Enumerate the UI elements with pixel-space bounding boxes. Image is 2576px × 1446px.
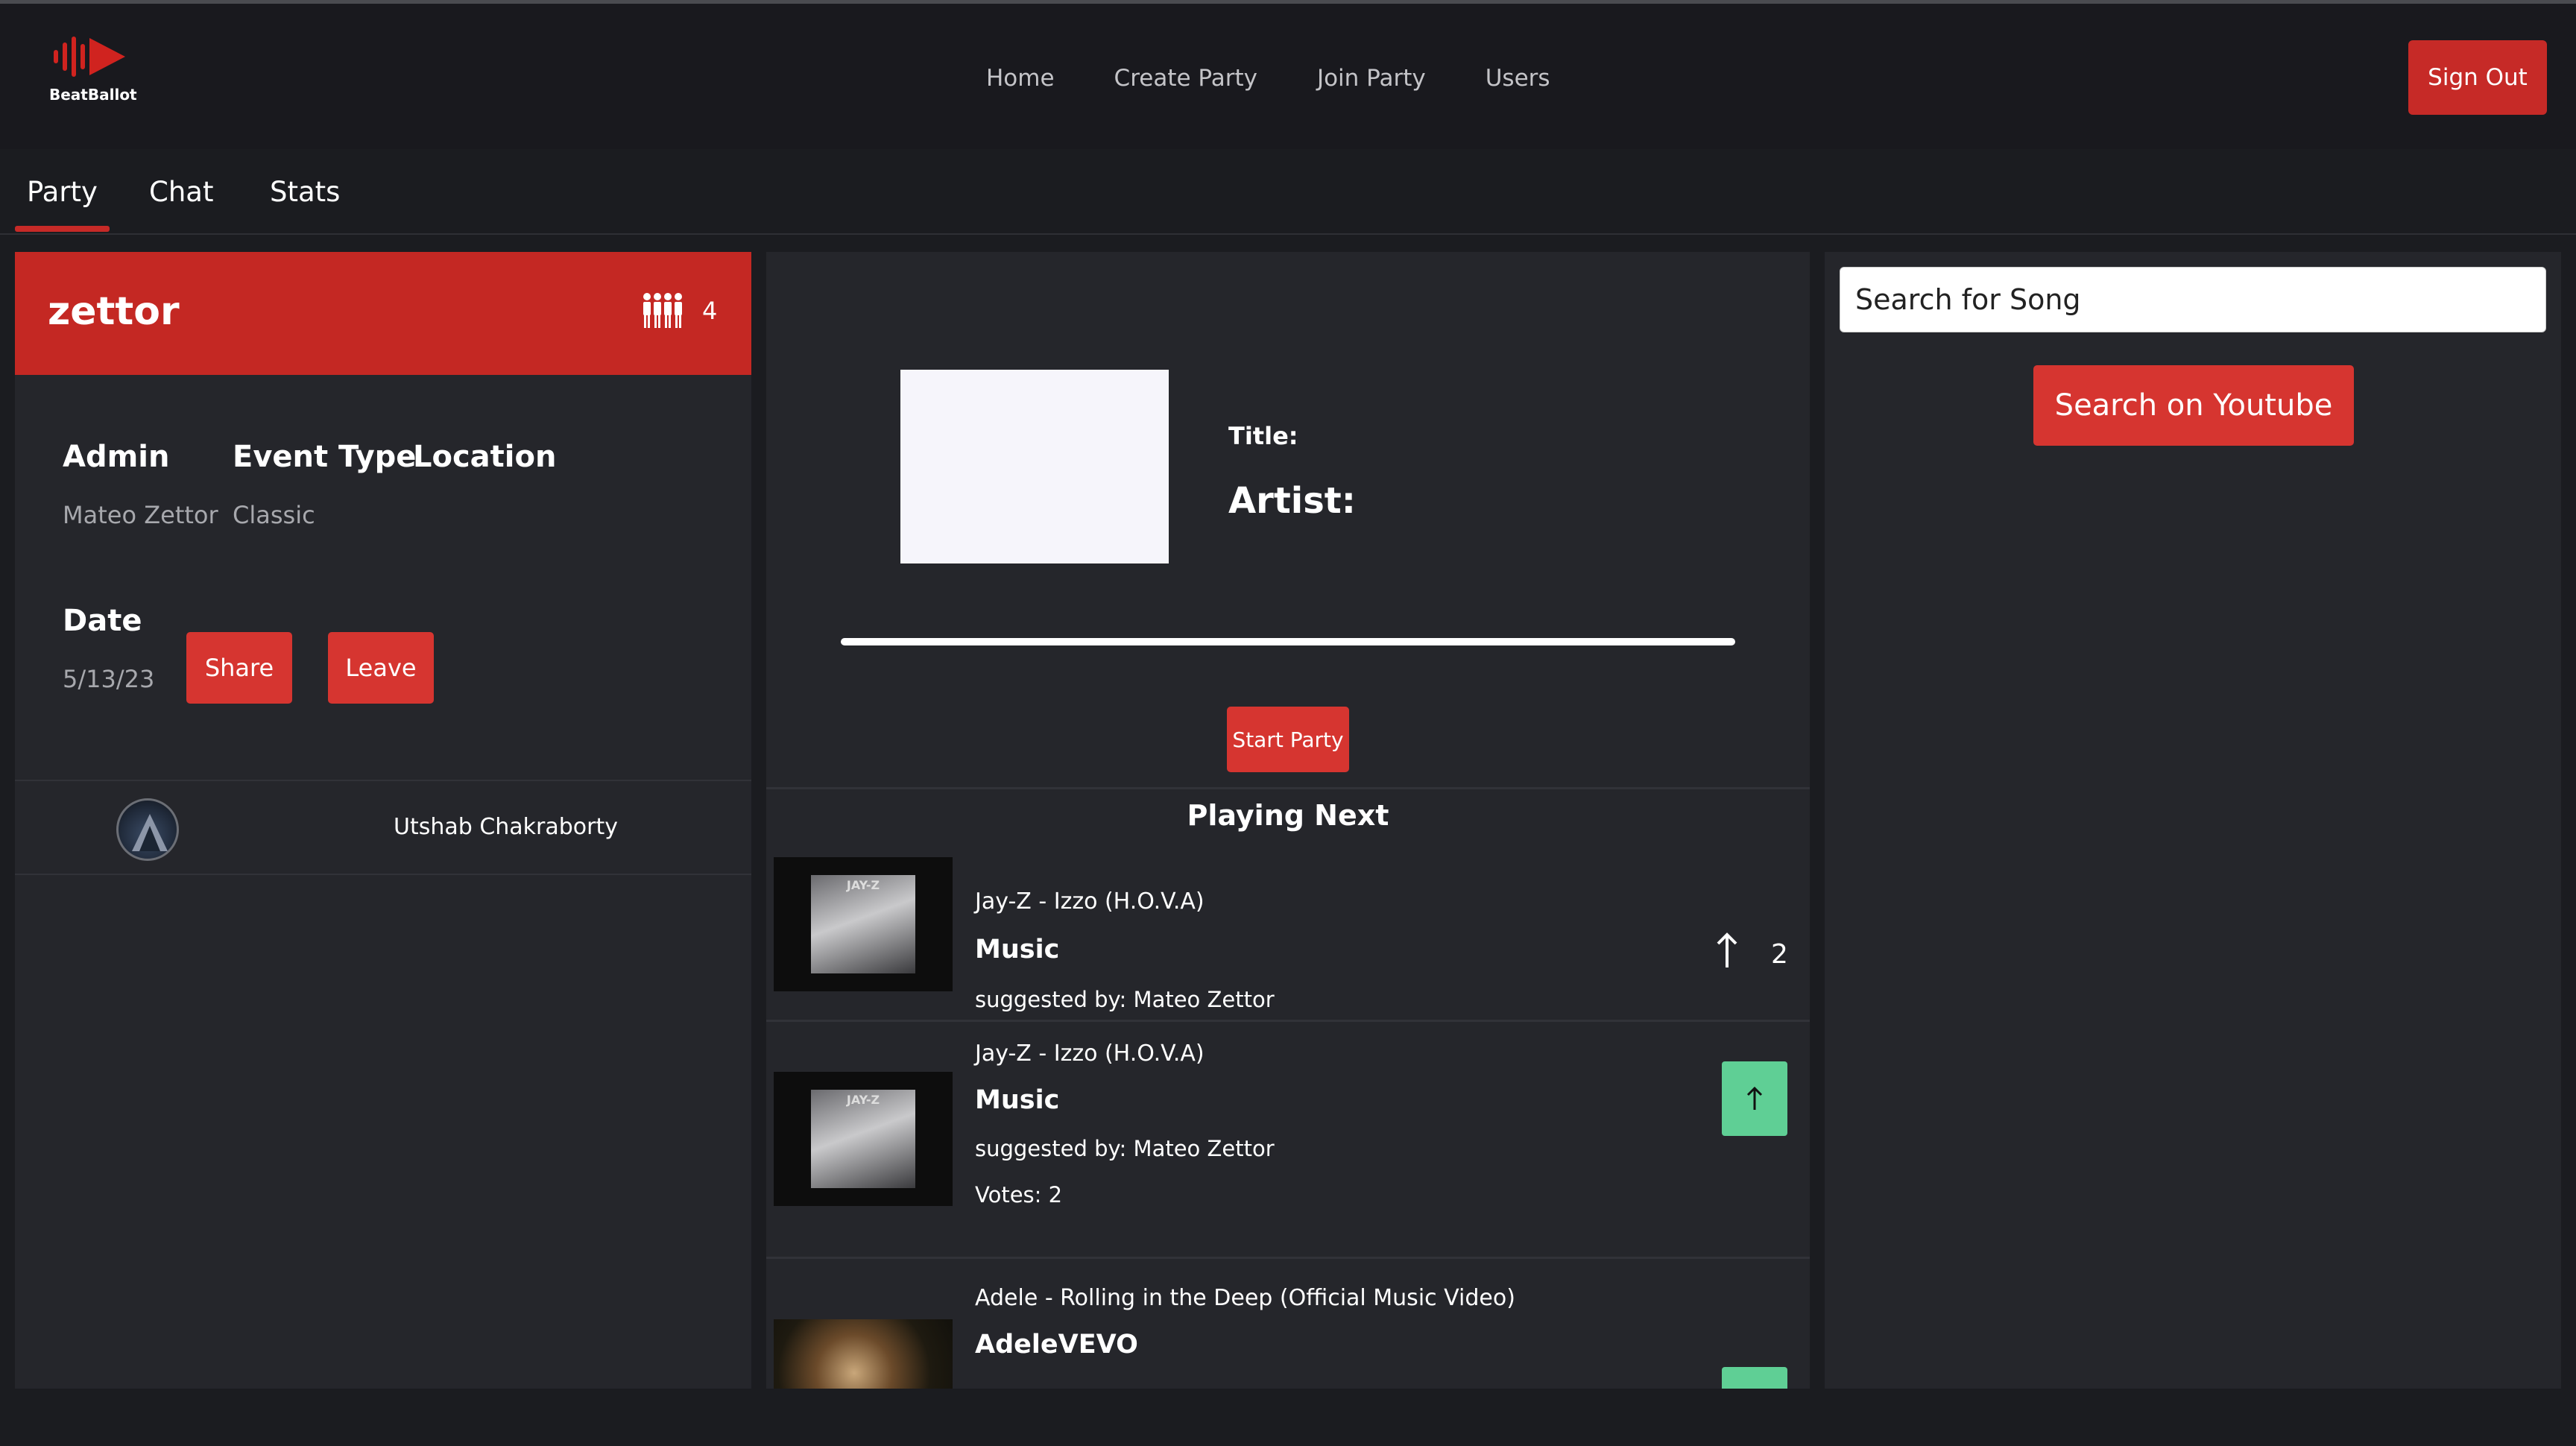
member-name: Utshab Chakraborty: [394, 814, 619, 840]
suggested-by: suggested by: Mateo Zettor: [975, 1136, 1275, 1161]
vote-count: 2: [1771, 939, 1788, 970]
admin-value: Mateo Zettor: [63, 501, 218, 529]
nav-create-party[interactable]: Create Party: [1114, 62, 1257, 95]
date-value: 5/13/23: [63, 665, 155, 693]
queue-divider: [766, 787, 1810, 789]
upvote-button[interactable]: [1722, 1061, 1787, 1136]
now-playing-title-label: Title:: [1228, 422, 1298, 450]
event-type-label: Event Type: [233, 440, 417, 474]
song-title: Adele - Rolling in the Deep (Official Mu…: [975, 1285, 1515, 1311]
song-thumbnail: [774, 1319, 953, 1389]
share-button[interactable]: Share: [186, 632, 292, 704]
search-youtube-button[interactable]: Search on Youtube: [2033, 365, 2354, 446]
members-divider-bottom: [15, 874, 751, 875]
logo[interactable]: BeatBallot: [49, 34, 137, 111]
thumb-label: JAY-Z: [846, 878, 880, 892]
tab-chat[interactable]: Chat: [149, 176, 213, 208]
event-type-value: Classic: [233, 501, 315, 529]
arrow-up-icon: [1746, 1086, 1763, 1110]
avatar-image-icon: [132, 814, 168, 851]
search-panel: Search on Youtube: [1825, 252, 2561, 1389]
beatballot-logo-icon: [54, 37, 125, 77]
date-label: Date: [63, 604, 142, 638]
active-tab-indicator: [15, 226, 110, 232]
playing-next-heading: Playing Next: [1187, 799, 1389, 832]
members-divider-top: [15, 780, 751, 781]
song-channel: Music: [975, 1085, 1060, 1115]
search-input[interactable]: [1840, 267, 2546, 332]
leave-button[interactable]: Leave: [328, 632, 434, 704]
queue-item-divider: [766, 1020, 1810, 1022]
upvote-button[interactable]: [1722, 1367, 1787, 1389]
jay-z-cover-art: JAY-Z: [811, 875, 915, 973]
start-party-button[interactable]: Start Party: [1227, 707, 1349, 772]
nav-home[interactable]: Home: [986, 62, 1055, 95]
list-item: JAY-Z Jay-Z - Izzo (H.O.V.A) Music sugge…: [766, 857, 1810, 1012]
song-channel: Music: [975, 935, 1060, 964]
now-playing-artist-label: Artist:: [1228, 480, 1356, 522]
song-channel: AdeleVEVO: [975, 1330, 1138, 1360]
song-title: Jay-Z - Izzo (H.O.V.A): [975, 888, 1205, 915]
votes-text: Votes: 2: [975, 1182, 1063, 1207]
party-name: zettor: [48, 289, 180, 334]
queue-item-divider: [766, 1257, 1810, 1259]
jay-z-cover-art: JAY-Z: [811, 1090, 915, 1188]
arrow-up-icon[interactable]: [1716, 932, 1738, 969]
song-thumbnail: JAY-Z: [774, 1072, 953, 1206]
suggested-by: suggested by: Mateo Zettor: [975, 987, 1275, 1012]
admin-label: Admin: [63, 440, 170, 474]
member-count: 4: [702, 297, 718, 325]
player-panel: Title: Artist: Start Party Playing Next …: [766, 252, 1810, 1389]
adele-cover-art: [774, 1319, 953, 1389]
party-tabs: Party Chat Stats: [0, 149, 2576, 235]
song-title: Jay-Z - Izzo (H.O.V.A): [975, 1041, 1205, 1067]
people-icon: [643, 293, 682, 328]
navbar: BeatBallot Home Create Party Join Party …: [0, 4, 2576, 149]
tab-party[interactable]: Party: [27, 176, 98, 208]
party-info-panel: zettor 4 Admin Mateo Zettor Event Type C…: [15, 252, 751, 1389]
location-label: Location: [413, 440, 557, 474]
tab-stats[interactable]: Stats: [270, 176, 340, 208]
party-header: zettor 4: [15, 252, 751, 375]
nav-users[interactable]: Users: [1486, 62, 1550, 95]
progress-bar[interactable]: [841, 638, 1735, 645]
thumb-label: JAY-Z: [846, 1093, 880, 1107]
main-nav: Home Create Party Join Party Users: [986, 62, 1610, 95]
list-item: Adele - Rolling in the Deep (Official Mu…: [766, 1285, 1810, 1389]
nav-join-party[interactable]: Join Party: [1317, 62, 1426, 95]
logo-text: BeatBallot: [49, 86, 137, 104]
song-thumbnail: JAY-Z: [774, 857, 953, 991]
album-art: [900, 370, 1169, 563]
avatar: [116, 798, 179, 861]
list-item: JAY-Z Jay-Z - Izzo (H.O.V.A) Music sugge…: [766, 1041, 1810, 1270]
sign-out-button[interactable]: Sign Out: [2408, 40, 2547, 115]
